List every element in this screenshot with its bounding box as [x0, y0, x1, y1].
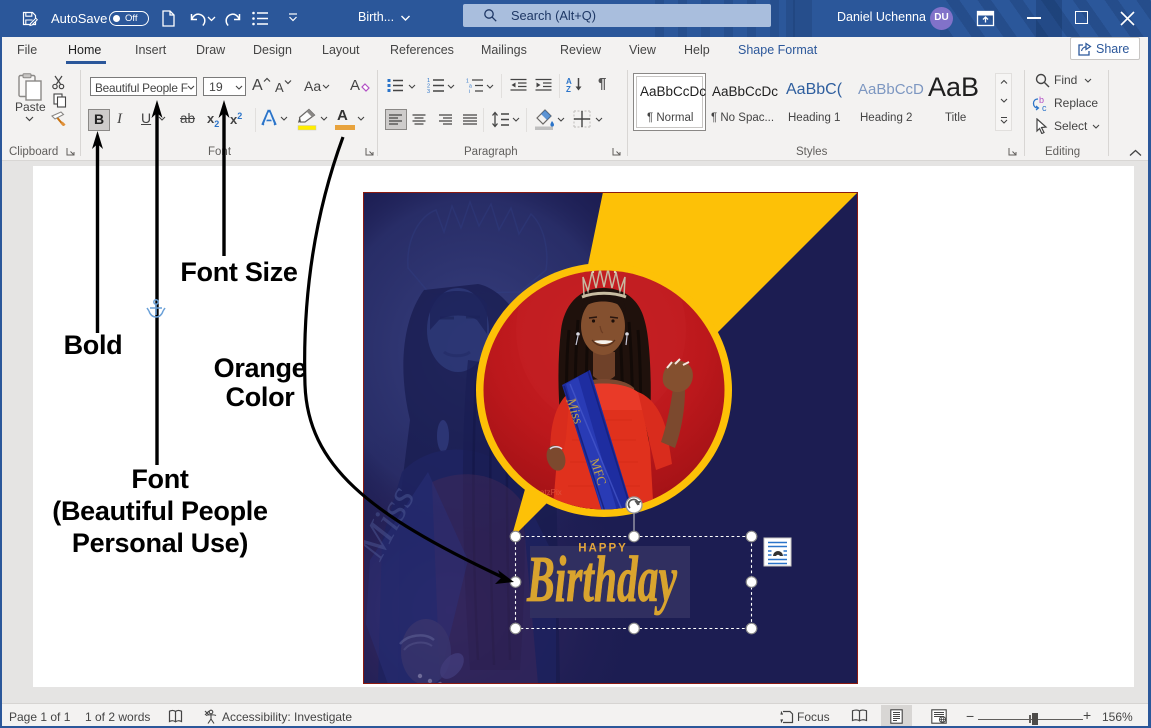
svg-text:Birthday: Birthday — [526, 543, 677, 616]
svg-text:Z: Z — [566, 85, 571, 93]
svg-text:c: c — [1042, 103, 1047, 112]
svg-text:3: 3 — [427, 89, 430, 93]
svg-text:i: i — [469, 89, 470, 93]
